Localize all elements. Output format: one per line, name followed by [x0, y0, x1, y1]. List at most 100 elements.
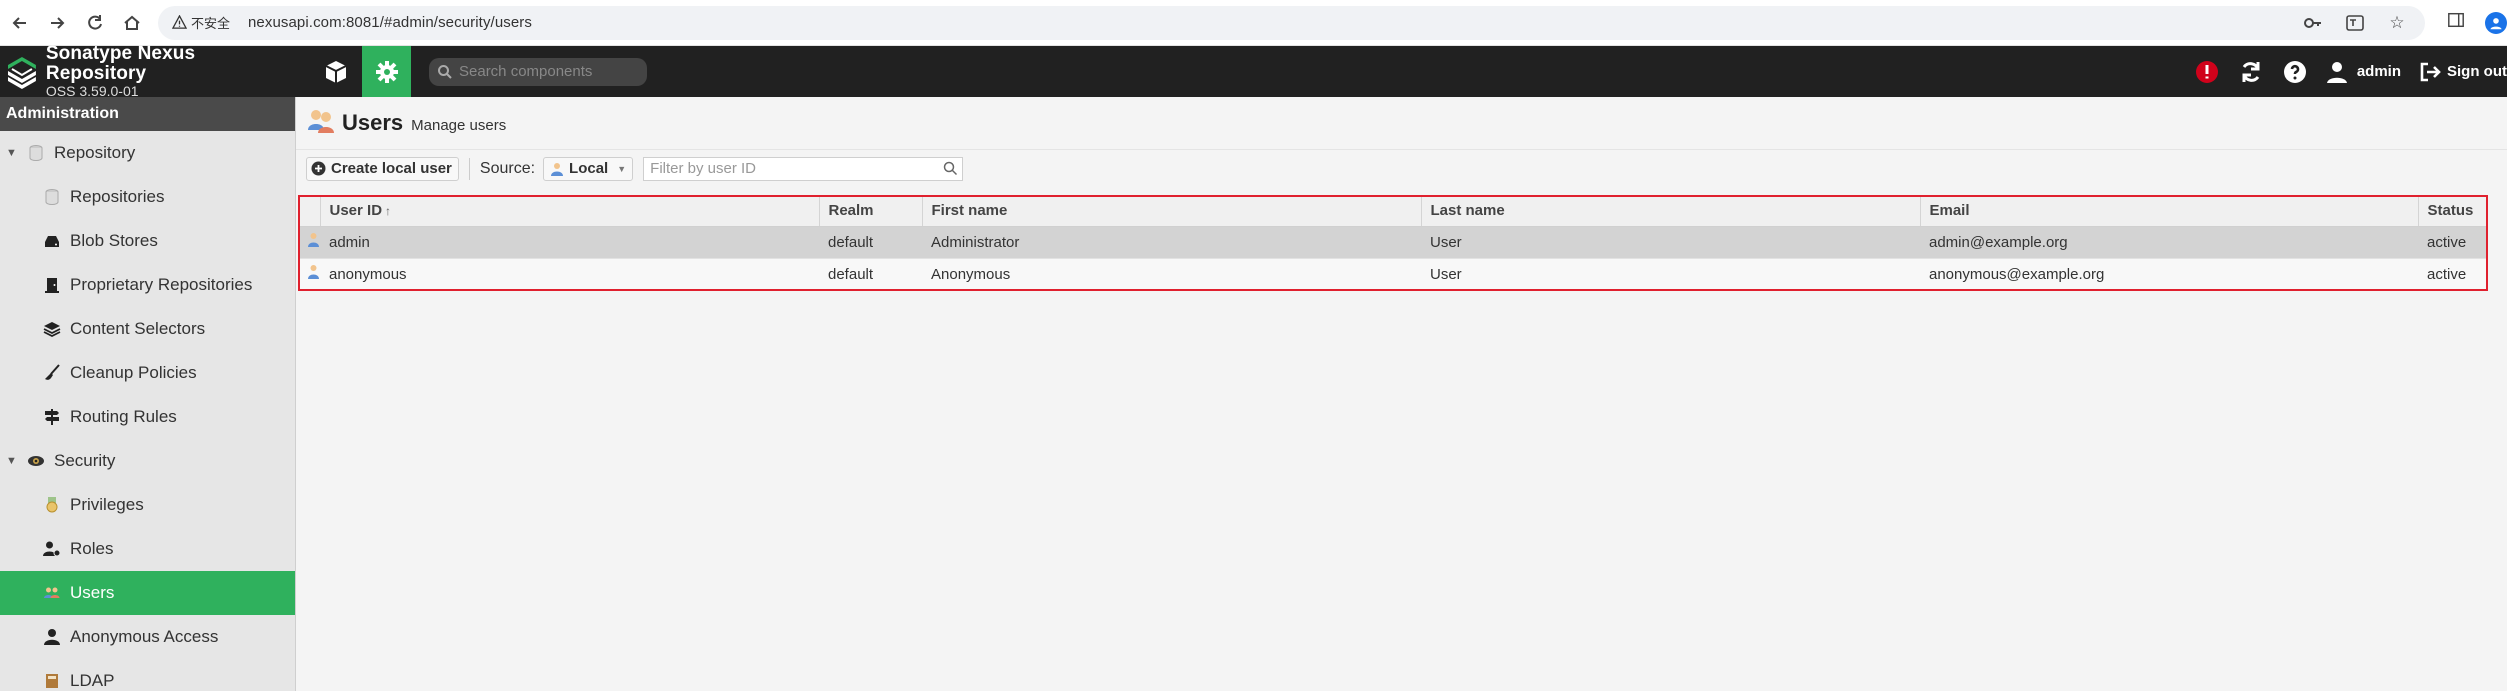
database-icon: [26, 143, 46, 163]
column-header-realm[interactable]: Realm: [819, 196, 923, 227]
sidebar-group-security[interactable]: ▼ Security: [0, 439, 295, 483]
user-icon: [2326, 61, 2347, 83]
grid-header-row: User ID ↑ Realm First name Last name Emai…: [299, 196, 2488, 227]
toolbar-separator: [468, 157, 470, 180]
cell-realm: default: [819, 258, 922, 291]
cell-first-name: Administrator: [922, 226, 1421, 259]
users-icon: [42, 583, 62, 603]
search-icon: [438, 64, 452, 79]
url-text: nexusapi.com:8081/#admin/security/users: [247, 14, 532, 31]
gear-icon: [375, 60, 398, 83]
cell-first-name: Anonymous: [922, 258, 1421, 291]
reload-icon[interactable]: [77, 5, 112, 41]
column-header-user-id[interactable]: User ID ↑: [320, 196, 820, 227]
admin-sidebar: Administration ▼ Repository Repositories…: [0, 97, 296, 691]
source-label: Source:: [479, 159, 536, 177]
filter-user-id-input[interactable]: [650, 160, 931, 177]
star-icon[interactable]: ☆: [2387, 13, 2407, 33]
sign-out-button[interactable]: Sign out: [2415, 61, 2507, 83]
search-icon[interactable]: [943, 161, 958, 176]
door-icon: [42, 275, 62, 295]
address-bar[interactable]: 不安全 nexusapi.com:8081/#admin/security/us…: [157, 5, 2426, 40]
create-local-user-button[interactable]: Create local user: [306, 156, 459, 181]
sort-ascending-icon: ↑: [385, 204, 392, 219]
table-row[interactable]: anonymous default Anonymous User anonymo…: [299, 258, 2487, 291]
sidepanel-icon[interactable]: [2447, 11, 2465, 34]
cube-icon: [325, 60, 346, 83]
layers-icon: [42, 319, 62, 339]
sidebar-item-blob-stores[interactable]: Blob Stores: [0, 219, 295, 263]
sidebar-item-routing-rules[interactable]: Routing Rules: [0, 395, 295, 439]
sidebar-item-cleanup-policies[interactable]: Cleanup Policies: [0, 351, 295, 395]
refresh-icon[interactable]: [2229, 46, 2273, 97]
sidebar-item-anonymous-access[interactable]: Anonymous Access: [0, 615, 295, 659]
sidebar-item-proprietary-repositories[interactable]: Proprietary Repositories: [0, 263, 295, 307]
forward-icon[interactable]: [39, 5, 74, 41]
app-logo[interactable]: Sonatype Nexus Repository OSS 3.59.0-01: [0, 43, 300, 98]
home-icon[interactable]: [114, 5, 149, 41]
page-header: Users Manage users: [296, 97, 2507, 149]
translate-icon[interactable]: [2345, 13, 2365, 33]
hdd-icon: [42, 231, 62, 251]
plus-circle-icon: [311, 161, 326, 176]
cell-user-id: anonymous: [320, 258, 819, 291]
filter-user-id-field[interactable]: [643, 156, 964, 181]
cell-last-name: User: [1421, 226, 1920, 259]
page-title: Users: [342, 110, 404, 135]
expand-triangle-icon[interactable]: ▼: [6, 147, 18, 159]
column-header-status[interactable]: Status: [2418, 196, 2488, 227]
column-header-first-name[interactable]: First name: [922, 196, 1422, 227]
key-icon[interactable]: [2303, 13, 2323, 33]
medal-icon: [42, 495, 62, 515]
expand-triangle-icon[interactable]: ▼: [6, 455, 18, 467]
user-name: admin: [2356, 63, 2401, 80]
users-grid: User ID ↑ Realm First name Last name Emai…: [298, 195, 2488, 291]
warning-icon: [171, 15, 187, 29]
search-components-input[interactable]: Search components: [429, 57, 647, 86]
sidebar-item-users[interactable]: Users: [0, 571, 295, 615]
admin-mode-button[interactable]: [362, 46, 411, 97]
cell-status: active: [2418, 258, 2487, 291]
column-header-last-name[interactable]: Last name: [1421, 196, 1921, 227]
cell-realm: default: [819, 226, 922, 259]
table-row[interactable]: admin default Administrator User admin@e…: [299, 226, 2487, 259]
cell-email: anonymous@example.org: [1920, 258, 2418, 291]
users-icon: [306, 106, 336, 141]
broom-icon: [42, 363, 62, 383]
sidebar-group-repository[interactable]: ▼ Repository: [0, 131, 295, 175]
user-row-icon: [299, 226, 320, 259]
profile-icon[interactable]: [2485, 11, 2507, 34]
sidebar-item-repositories[interactable]: Repositories: [0, 175, 295, 219]
column-header-email[interactable]: Email: [1920, 196, 2419, 227]
cell-status: active: [2418, 226, 2487, 259]
chevron-down-icon: ▼: [617, 163, 627, 174]
system-alert-icon[interactable]: [2185, 46, 2229, 97]
column-header-icon: [299, 196, 321, 227]
user-gear-icon: [42, 539, 62, 559]
user-icon: [42, 627, 62, 647]
back-icon[interactable]: [2, 5, 37, 41]
user-row-icon: [299, 258, 320, 291]
user-menu-button[interactable]: admin: [2317, 60, 2415, 84]
cell-email: admin@example.org: [1920, 226, 2418, 259]
eye-icon: [26, 451, 46, 471]
page-subtitle: Manage users: [411, 116, 507, 134]
security-warning[interactable]: 不安全: [171, 13, 230, 32]
browse-mode-button[interactable]: [311, 46, 360, 97]
cell-user-id: admin: [320, 226, 819, 259]
database-icon: [42, 187, 62, 207]
help-icon[interactable]: [2273, 46, 2317, 97]
sidebar-item-privileges[interactable]: Privileges: [0, 483, 295, 527]
source-dropdown[interactable]: Local ▼: [543, 156, 634, 181]
sidebar-heading: Administration: [0, 97, 295, 131]
main-content: Users Manage users Create local user Sou…: [296, 97, 2507, 691]
sidebar-item-ldap[interactable]: LDAP: [0, 659, 295, 691]
app-title: Sonatype Nexus Repository: [45, 43, 196, 85]
user-icon: [551, 162, 564, 176]
app-header: Sonatype Nexus Repository OSS 3.59.0-01 …: [0, 43, 2507, 98]
sidebar-item-roles[interactable]: Roles: [0, 527, 295, 571]
book-icon: [42, 671, 62, 691]
browser-toolbar: 不安全 nexusapi.com:8081/#admin/security/us…: [0, 0, 2507, 46]
sidebar-item-content-selectors[interactable]: Content Selectors: [0, 307, 295, 351]
sonatype-logo-icon: [7, 56, 36, 89]
